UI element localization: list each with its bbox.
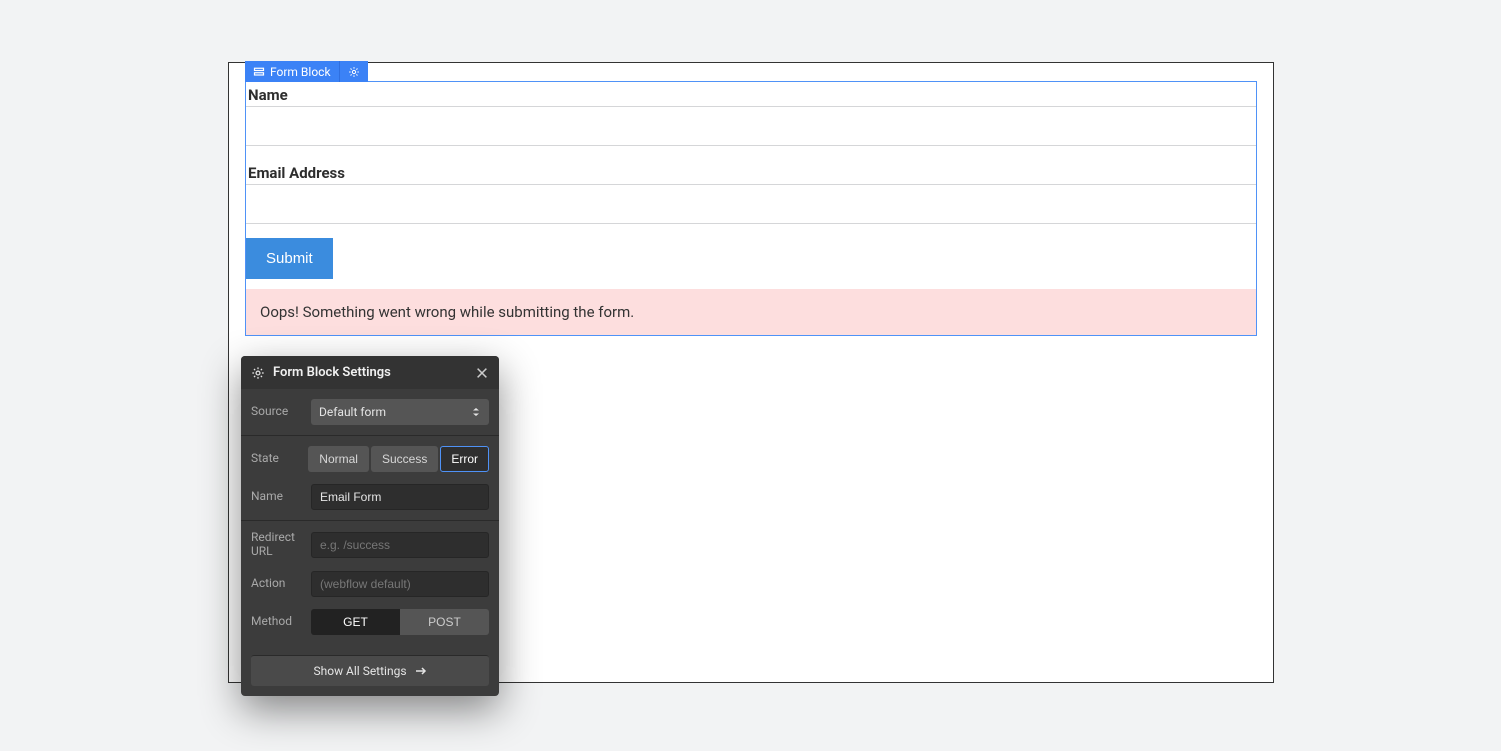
state-segmented: Normal Success Error [308,446,489,472]
email-input[interactable] [246,184,1256,224]
email-label: Email Address [246,160,1256,184]
method-label: Method [251,615,301,629]
redirect-url-input[interactable] [311,532,489,558]
source-dropdown[interactable]: Default form [311,399,489,425]
source-dropdown-value: Default form [319,405,386,419]
form-name-input[interactable] [311,484,489,510]
gear-icon [251,366,265,380]
panel-title: Form Block Settings [273,365,391,380]
block-tag-label: Form Block [270,65,331,79]
source-label: Source [251,405,301,419]
close-icon[interactable] [475,366,489,380]
action-input[interactable] [311,571,489,597]
panel-header: Form Block Settings [241,356,499,389]
submit-button[interactable]: Submit [246,238,333,279]
action-label: Action [251,577,301,591]
arrow-right-icon [415,665,427,677]
form-icon [253,66,265,78]
form-block-container[interactable]: Form Block Name Email Address Submit Oop… [245,81,1257,336]
show-all-settings-label: Show All Settings [313,664,406,678]
name-input[interactable] [246,106,1256,146]
state-normal-button[interactable]: Normal [308,446,369,472]
error-message-banner: Oops! Something went wrong while submitt… [246,289,1256,335]
state-label: State [251,452,298,466]
block-tag: Form Block [245,61,368,82]
chevron-updown-icon [471,407,481,417]
block-tag-settings[interactable] [340,61,368,82]
method-group: GET POST [311,609,489,635]
state-error-button[interactable]: Error [440,446,489,472]
gear-icon [348,66,360,78]
name-label: Name [246,82,1256,106]
state-success-button[interactable]: Success [371,446,438,472]
redirect-label: Redirect URL [251,531,301,559]
form-block-settings-panel: Form Block Settings Source Default form … [241,356,499,696]
form-block-tag[interactable]: Form Block [245,61,340,82]
method-get-button[interactable]: GET [311,609,400,635]
name-setting-label: Name [251,490,301,504]
method-post-button[interactable]: POST [400,609,489,635]
show-all-settings-button[interactable]: Show All Settings [251,655,489,686]
